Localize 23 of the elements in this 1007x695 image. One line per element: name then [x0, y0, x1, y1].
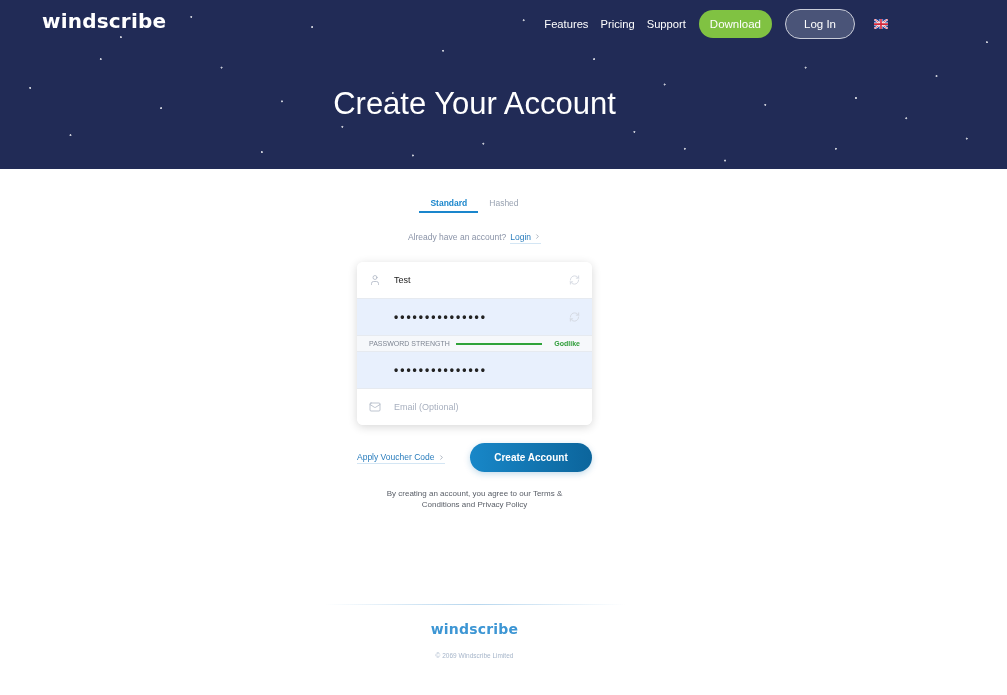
chevron-right-icon — [437, 453, 445, 461]
mail-icon — [369, 401, 381, 413]
chevron-right-icon — [534, 233, 542, 240]
email-field[interactable]: Email (Optional) — [357, 389, 592, 425]
terms-text: By creating an account, you agree to our Terms & Conditions and Privacy Policy — [385, 488, 564, 510]
refresh-icon[interactable] — [569, 274, 580, 286]
login-button[interactable]: Log In — [785, 9, 855, 39]
nav-link[interactable]: Pricing — [600, 16, 635, 32]
page-title: Create Your Account — [332, 86, 617, 122]
nav-link[interactable]: Support — [646, 16, 686, 32]
voucher-link[interactable]: Apply Voucher Code — [357, 451, 445, 464]
login-prompt: Already have an account? — [407, 231, 507, 243]
create-account-button[interactable]: Create Account — [470, 443, 592, 472]
nav-link[interactable]: Features — [544, 16, 589, 32]
confirm-password-field[interactable]: ••••••••••••••• — [357, 352, 592, 388]
username-field[interactable]: Test — [357, 262, 592, 298]
logo[interactable]: windscribe — [42, 8, 167, 33]
flag-icon[interactable] — [874, 19, 888, 29]
password-field[interactable]: ••••••••••••••• — [357, 299, 592, 335]
refresh-icon[interactable] — [569, 311, 580, 323]
tab[interactable]: Standard — [419, 196, 479, 213]
login-link[interactable]: Login — [510, 230, 542, 244]
user-icon — [369, 274, 381, 286]
